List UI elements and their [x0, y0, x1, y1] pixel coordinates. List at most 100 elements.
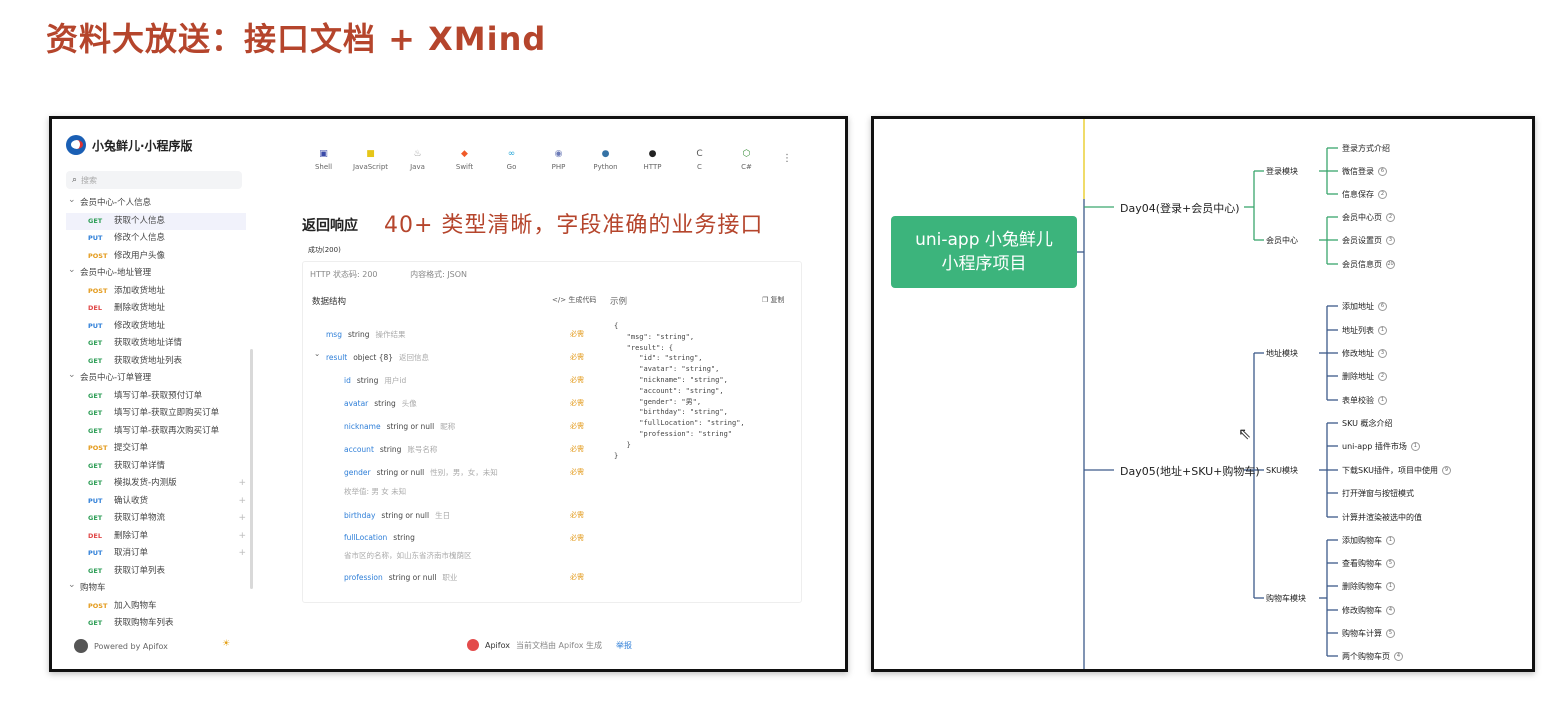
leaf-node[interactable]: 打开弹窗与按钮模式 [1342, 488, 1414, 499]
expand-chevron-icon[interactable]: ⌄ [314, 349, 320, 358]
leaf-node[interactable]: 查看购物车 5 [1342, 558, 1395, 569]
language-tab[interactable]: ● HTTP [629, 149, 676, 171]
theme-toggle-icon[interactable]: ☀ [222, 639, 230, 649]
field-description: 职业 [442, 573, 458, 582]
schema-field[interactable]: gender string or null 性别，男，女，未知 枚举值: 男 女 未知 [344, 467, 498, 497]
nav-group[interactable]: 会员中心-个人信息 [66, 192, 246, 213]
schema-field[interactable]: account string 账号名称 [344, 444, 437, 455]
endpoint-label: 删除订单 [114, 530, 149, 541]
mind-map-root[interactable]: uni-app 小兔鲜儿 小程序项目 [891, 216, 1077, 288]
schema-field[interactable]: ⌄ result object {8} 返回信息 [314, 349, 429, 363]
nav-endpoint[interactable]: POST 添加收货地址 [66, 283, 246, 301]
language-label: JavaScript [352, 163, 389, 171]
nav-endpoint[interactable]: GET 获取收货地址列表 [66, 353, 246, 371]
copy-button[interactable]: ❐ 复制 [762, 295, 785, 305]
schema-field[interactable]: id string 用户id [344, 375, 406, 386]
schema-field[interactable]: nickname string or null 昵称 [344, 421, 455, 432]
nav-group[interactable]: 会员中心-订单管理 [66, 367, 246, 388]
language-tab[interactable]: ∞ Go [488, 149, 535, 171]
language-tab[interactable]: ◉ PHP [535, 149, 582, 171]
expand-plus-icon[interactable]: + [238, 475, 246, 493]
nav-endpoint[interactable]: PUT 取消订单 + [66, 545, 246, 563]
language-tab[interactable]: ⬡ C# [723, 149, 770, 171]
module-node[interactable]: 登录模块 [1266, 166, 1298, 177]
leaf-node[interactable]: 修改地址 3 [1342, 348, 1387, 359]
expand-plus-icon[interactable]: + [238, 528, 246, 546]
leaf-node[interactable]: 会员信息页 20 [1342, 259, 1395, 270]
nav-endpoint[interactable]: POST 修改用户头像 [66, 248, 246, 266]
nav-endpoint[interactable]: POST 加入购物车 [66, 598, 246, 616]
leaf-node[interactable]: uni-app 插件市场 1 [1342, 441, 1420, 452]
nav-endpoint[interactable]: GET 获取收货地址详情 [66, 335, 246, 353]
leaf-node[interactable]: 添加地址 6 [1342, 301, 1387, 312]
nav-endpoint[interactable]: GET 获取购物车列表 [66, 615, 246, 633]
leaf-node[interactable]: 添加购物车 1 [1342, 535, 1395, 546]
language-tab[interactable]: ■ JavaScript [347, 149, 394, 171]
status-tab[interactable]: 成功(200) [308, 245, 341, 255]
day-node[interactable]: Day04(登录+会员中心) [1120, 200, 1240, 216]
expand-plus-icon[interactable]: + [238, 493, 246, 511]
generate-code-button[interactable]: </> 生成代码 [552, 295, 596, 305]
more-menu-icon[interactable]: ⋮ [782, 153, 792, 164]
api-main: ▣ Shell ■ JavaScript ♨ Java ◆ Swift ∞ Go ◉ PHP ● Pyth… [252, 119, 845, 669]
nav-endpoint[interactable]: PUT 确认收货 + [66, 493, 246, 511]
leaf-node[interactable]: 购物车计算 5 [1342, 628, 1395, 639]
leaf-node[interactable]: 删除购物车 1 [1342, 581, 1395, 592]
node-count-badge: 3 [1386, 236, 1395, 245]
required-badge: 必需 [570, 573, 584, 581]
endpoint-label: 修改收货地址 [114, 320, 166, 331]
nav-endpoint[interactable]: PUT 修改个人信息 [66, 230, 246, 248]
module-node[interactable]: SKU模块 [1266, 465, 1298, 476]
schema-field[interactable]: profession string or null 职业 [344, 572, 457, 583]
leaf-node[interactable]: 修改购物车 4 [1342, 605, 1395, 616]
powered-by[interactable]: Powered by Apifox [74, 639, 168, 653]
nav-endpoint[interactable]: POST 提交订单 [66, 440, 246, 458]
nav-endpoint[interactable]: GET 填写订单-获取立即购买订单 [66, 405, 246, 423]
leaf-node[interactable]: 地址列表 1 [1342, 325, 1387, 336]
leaf-node[interactable]: 信息保存 2 [1342, 189, 1387, 200]
nav-group[interactable]: 购物车 [66, 577, 246, 598]
expand-plus-icon[interactable]: + [238, 510, 246, 528]
schema-field[interactable]: msg string 操作结果 [326, 329, 406, 340]
nav-endpoint[interactable]: DEL 删除收货地址 [66, 300, 246, 318]
nav-endpoint[interactable]: GET 获取订单详情 [66, 458, 246, 476]
brand[interactable]: 小兔鲜儿·小程序版 [66, 135, 193, 155]
leaf-node[interactable]: 微信登录 6 [1342, 166, 1387, 177]
nav-endpoint[interactable]: GET 获取个人信息 [66, 212, 246, 230]
day-node[interactable]: Day05(地址+SKU+购物车) [1120, 463, 1260, 479]
nav-group[interactable]: 会员中心-地址管理 [66, 262, 246, 283]
leaf-node[interactable]: SKU 概念介绍 [1342, 418, 1393, 429]
leaf-node[interactable]: 计算并渲染被选中的值 [1342, 512, 1422, 523]
schema-field[interactable]: fullLocation string 省市区的名称，如山东省济南市槐荫区 [344, 533, 472, 561]
module-node[interactable]: 地址模块 [1266, 348, 1298, 359]
expand-plus-icon[interactable]: + [238, 545, 246, 563]
module-node[interactable]: 购物车模块 [1266, 593, 1306, 604]
node-label: 会员设置页 [1342, 236, 1382, 245]
leaf-node[interactable]: 会员中心页 2 [1342, 212, 1395, 223]
endpoint-label: 确认收货 [114, 495, 149, 506]
nav-endpoint[interactable]: GET 模拟发货-内测版 + [66, 475, 246, 493]
report-link[interactable]: 举报 [616, 640, 632, 651]
leaf-node[interactable]: 下载SKU插件，项目中使用 9 [1342, 465, 1451, 476]
leaf-node[interactable]: 两个购物车页 4 [1342, 651, 1403, 662]
schema-field[interactable]: birthday string or null 生日 [344, 510, 450, 521]
nav-endpoint[interactable]: GET 获取订单物流 + [66, 510, 246, 528]
search-input[interactable]: ⌕ 搜索 [66, 171, 242, 189]
leaf-node[interactable]: 表单校验 1 [1342, 395, 1387, 406]
leaf-node[interactable]: 登录方式介绍 [1342, 143, 1390, 154]
nav-endpoint[interactable]: PUT 修改收货地址 [66, 318, 246, 336]
nav-endpoint[interactable]: DEL 删除订单 + [66, 528, 246, 546]
nav-endpoint[interactable]: GET 填写订单-获取预付订单 [66, 388, 246, 406]
leaf-node[interactable]: 删除地址 2 [1342, 371, 1387, 382]
module-node[interactable]: 会员中心 [1266, 235, 1298, 246]
leaf-node[interactable]: 会员设置页 3 [1342, 235, 1395, 246]
language-tab[interactable]: ● Python [582, 149, 629, 171]
language-tab[interactable]: ▣ Shell [300, 149, 347, 171]
language-tab[interactable]: ♨ Java [394, 149, 441, 171]
node-label: 表单校验 [1342, 396, 1374, 405]
schema-field[interactable]: avatar string 头像 [344, 398, 417, 409]
nav-endpoint[interactable]: GET 填写订单-获取再次购买订单 [66, 423, 246, 441]
language-tab[interactable]: CC [676, 149, 723, 171]
language-tab[interactable]: ◆ Swift [441, 149, 488, 171]
nav-endpoint[interactable]: GET 获取订单列表 [66, 563, 246, 581]
